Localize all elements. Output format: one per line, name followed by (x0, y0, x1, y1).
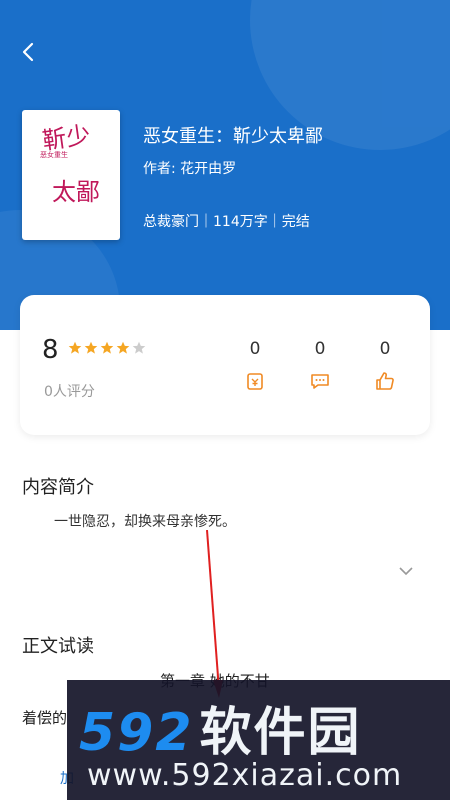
intro-text: 一世隐忍，却换来母亲惨死。 (54, 514, 236, 530)
watermark-number: 592 (79, 703, 194, 763)
reward-count: 0 (249, 339, 261, 359)
book-author[interactable]: 作者: 花开由罗 (143, 158, 236, 178)
rating-stars (68, 341, 146, 355)
watermark-url: www.592xiazai.com (87, 758, 403, 793)
star-icon (68, 341, 82, 354)
intro-heading: 内容简介 (22, 477, 94, 498)
book-meta: 总裁豪门｜114万字｜完结 (143, 214, 310, 230)
comment-icon[interactable] (310, 371, 330, 391)
rating-card: 8 0人评分 0 0 0 (20, 295, 430, 435)
book-title: 恶女重生：靳少太卑鄙 (143, 126, 323, 147)
chevron-down-icon[interactable] (398, 565, 414, 577)
watermark-brand: 592 软件园 (79, 690, 362, 765)
like-count: 0 (379, 339, 391, 359)
preview-text: 着偿的 (22, 709, 68, 727)
star-icon (84, 341, 98, 354)
back-arrow-icon[interactable] (18, 40, 40, 64)
cover-title-bottom: 太鄙 (52, 178, 100, 206)
comment-count: 0 (314, 339, 326, 359)
cover-subtitle: 恶女重生 (40, 151, 68, 159)
reward-icon[interactable] (245, 371, 265, 391)
like-icon[interactable] (375, 371, 395, 391)
preview-heading: 正文试读 (22, 636, 94, 657)
star-empty-icon (132, 341, 146, 354)
book-cover[interactable]: 靳少 恶女重生 太鄙 (22, 110, 120, 240)
rating-count: 0人评分 (44, 384, 95, 400)
rating-score: 8 (42, 335, 59, 365)
star-icon (116, 341, 130, 354)
site-watermark: 592 软件园 www.592xiazai.com (67, 680, 450, 800)
watermark-cn: 软件园 (199, 703, 362, 763)
annotation-arrow (206, 530, 223, 698)
book-header: 靳少 恶女重生 太鄙 恶女重生：靳少太卑鄙 作者: 花开由罗 总裁豪门｜114万… (0, 0, 450, 330)
star-icon (100, 341, 114, 354)
